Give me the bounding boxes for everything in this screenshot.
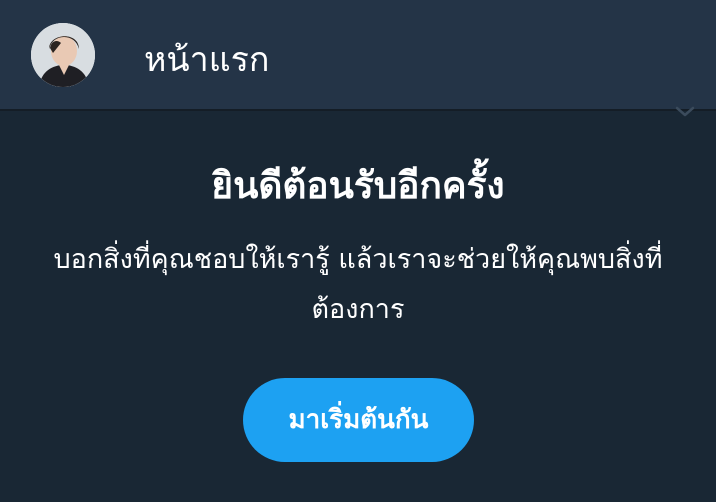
avatar[interactable]	[31, 23, 95, 87]
page-title: หน้าแรก	[144, 40, 270, 80]
welcome-title: ยินดีต้อนรับอีกครั้ง	[211, 164, 505, 207]
welcome-panel: ยินดีต้อนรับอีกครั้ง บอกสิ่งที่คุณชอบให้…	[0, 111, 716, 502]
avatar-image	[31, 23, 95, 87]
get-started-button[interactable]: มาเริ่มต้นกัน	[243, 378, 474, 462]
chevron-down-icon[interactable]	[674, 104, 696, 120]
top-header: หน้าแรก	[0, 0, 716, 111]
welcome-description: บอกสิ่งที่คุณชอบให้เรารู้ แล้วเราจะช่วยใ…	[53, 244, 663, 325]
